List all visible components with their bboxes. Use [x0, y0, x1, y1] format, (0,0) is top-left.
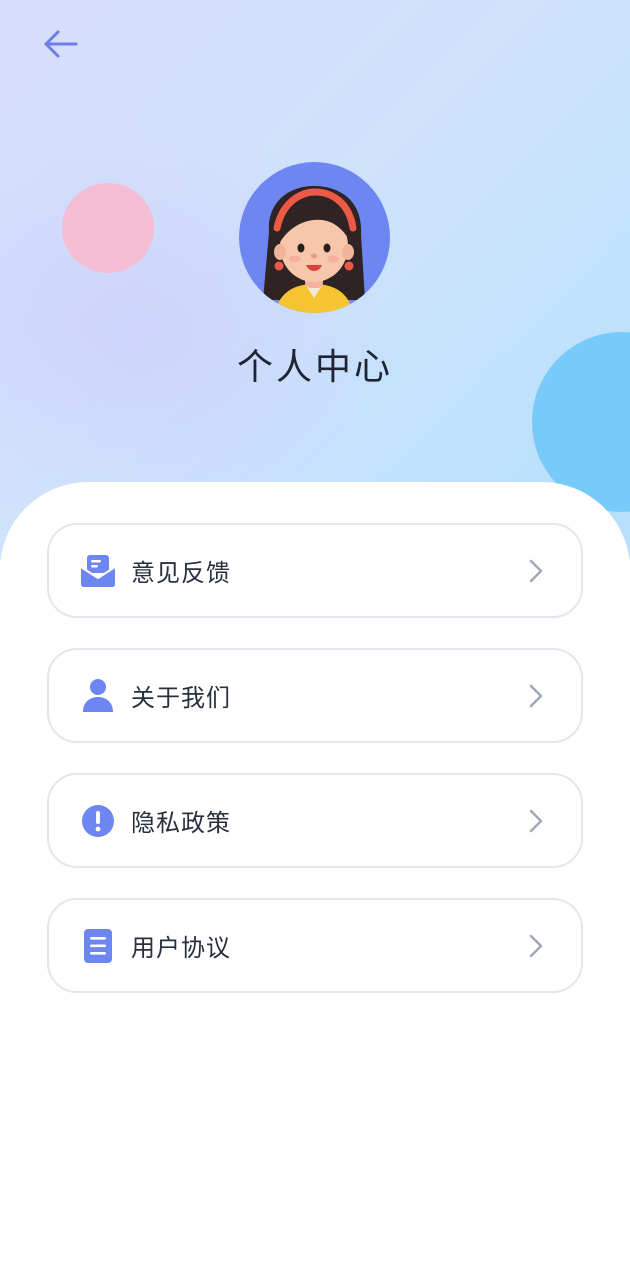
- avatar[interactable]: [239, 162, 390, 313]
- exclamation-icon: [79, 802, 117, 840]
- chevron-right-icon: [525, 681, 547, 711]
- menu-item-feedback[interactable]: 意见反馈: [47, 523, 583, 618]
- menu-item-label: 用户协议: [131, 934, 231, 962]
- menu-item-label: 隐私政策: [131, 809, 231, 837]
- girl-avatar-illustration: [263, 186, 365, 313]
- menu-list: 意见反馈 关于我们 隐私政策 用户协议: [47, 523, 583, 1023]
- back-button[interactable]: [36, 24, 84, 64]
- menu-item-label: 关于我们: [131, 684, 231, 712]
- chevron-right-icon: [525, 556, 547, 586]
- user-icon: [79, 677, 117, 715]
- menu-item-user-agreement[interactable]: 用户协议: [47, 898, 583, 993]
- menu-item-label: 意见反馈: [131, 559, 231, 587]
- feedback-mail-icon: [79, 552, 117, 590]
- page-title: 个人中心: [236, 347, 393, 388]
- menu-item-privacy-policy[interactable]: 隐私政策: [47, 773, 583, 868]
- pink-decor-circle: [62, 183, 154, 273]
- document-icon: [79, 927, 117, 965]
- chevron-right-icon: [525, 931, 547, 961]
- arrow-left-icon: [44, 30, 78, 58]
- chevron-right-icon: [525, 806, 547, 836]
- menu-item-about-us[interactable]: 关于我们: [47, 648, 583, 743]
- personal-center-page: 个人中心 意见反馈 关于我们 隐私政策 用户协议: [0, 0, 630, 1280]
